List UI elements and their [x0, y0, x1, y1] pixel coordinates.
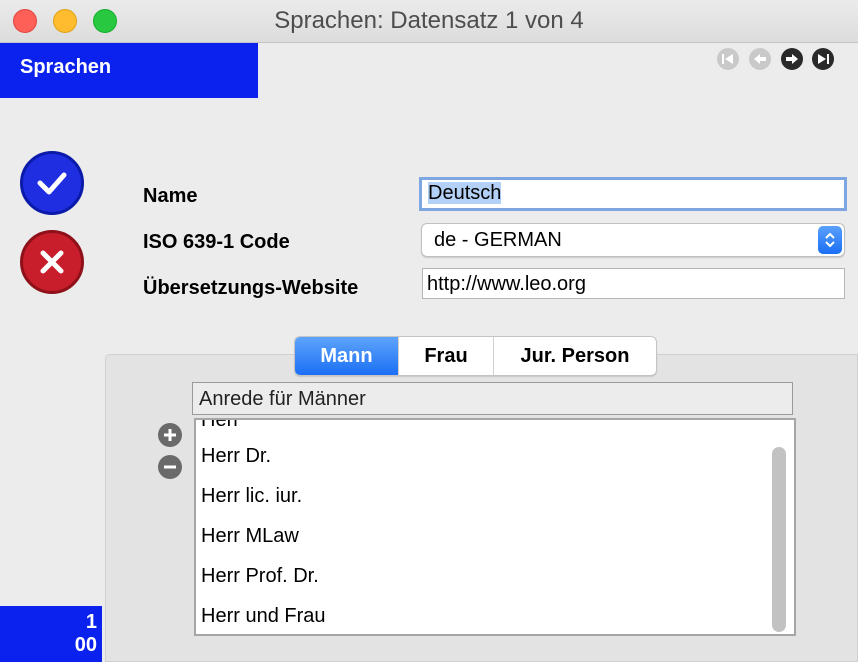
tab-jur-person[interactable]: Jur. Person: [494, 337, 656, 375]
confirm-button[interactable]: [20, 151, 84, 215]
counter-line-2: 00: [74, 634, 97, 656]
first-record-icon[interactable]: [717, 48, 739, 70]
chevron-updown-icon: [818, 226, 842, 254]
counter-line-1: 1: [85, 611, 97, 633]
name-field-value: Deutsch: [428, 182, 502, 204]
plus-icon[interactable]: [158, 423, 182, 447]
cancel-button[interactable]: [20, 230, 84, 294]
last-record-icon[interactable]: [812, 48, 834, 70]
tab-mann[interactable]: Mann: [295, 337, 399, 375]
name-field[interactable]: Deutsch: [419, 177, 847, 211]
list-item[interactable]: Herr lic. iur.: [201, 484, 302, 508]
minus-icon[interactable]: [158, 455, 182, 479]
list-column-header[interactable]: Anrede für Männer: [192, 382, 793, 415]
list-item[interactable]: Herr Prof. Dr.: [201, 564, 319, 588]
iso-code-select[interactable]: de - GERMAN: [421, 223, 845, 257]
tab-frau[interactable]: Frau: [399, 337, 494, 375]
x-icon: [40, 250, 64, 274]
salutation-list[interactable]: Herr Herr Dr. Herr lic. iur. Herr MLaw H…: [194, 418, 796, 636]
website-field[interactable]: http://www.leo.org: [422, 268, 845, 299]
list-scrollbar[interactable]: [772, 447, 786, 632]
list-item[interactable]: Herr Dr.: [201, 444, 271, 468]
website-label: Übersetzungs-Website: [143, 277, 359, 299]
checkmark-icon: [37, 172, 67, 195]
main-window: Sprachen: Datensatz 1 von 4 Sprachen Nam…: [0, 0, 858, 662]
title-bar[interactable]: Sprachen: Datensatz 1 von 4: [0, 0, 858, 43]
iso-code-label: ISO 639-1 Code: [143, 231, 290, 253]
iso-code-value: de - GERMAN: [434, 229, 562, 251]
list-item[interactable]: Herr und Frau: [201, 604, 326, 628]
list-item[interactable]: Herr MLaw: [201, 524, 299, 548]
gender-tabs: Mann Frau Jur. Person: [294, 336, 657, 376]
header-tab-label: Sprachen: [20, 56, 112, 78]
prev-record-icon[interactable]: [749, 48, 771, 70]
record-counter: 1 00: [0, 606, 102, 662]
window-title: Sprachen: Datensatz 1 von 4: [274, 7, 584, 34]
list-item[interactable]: Herr: [201, 420, 240, 432]
website-field-value: http://www.leo.org: [427, 273, 586, 295]
next-record-icon[interactable]: [781, 48, 803, 70]
header-tab-sprachen[interactable]: Sprachen: [0, 43, 258, 98]
name-label: Name: [143, 185, 198, 207]
